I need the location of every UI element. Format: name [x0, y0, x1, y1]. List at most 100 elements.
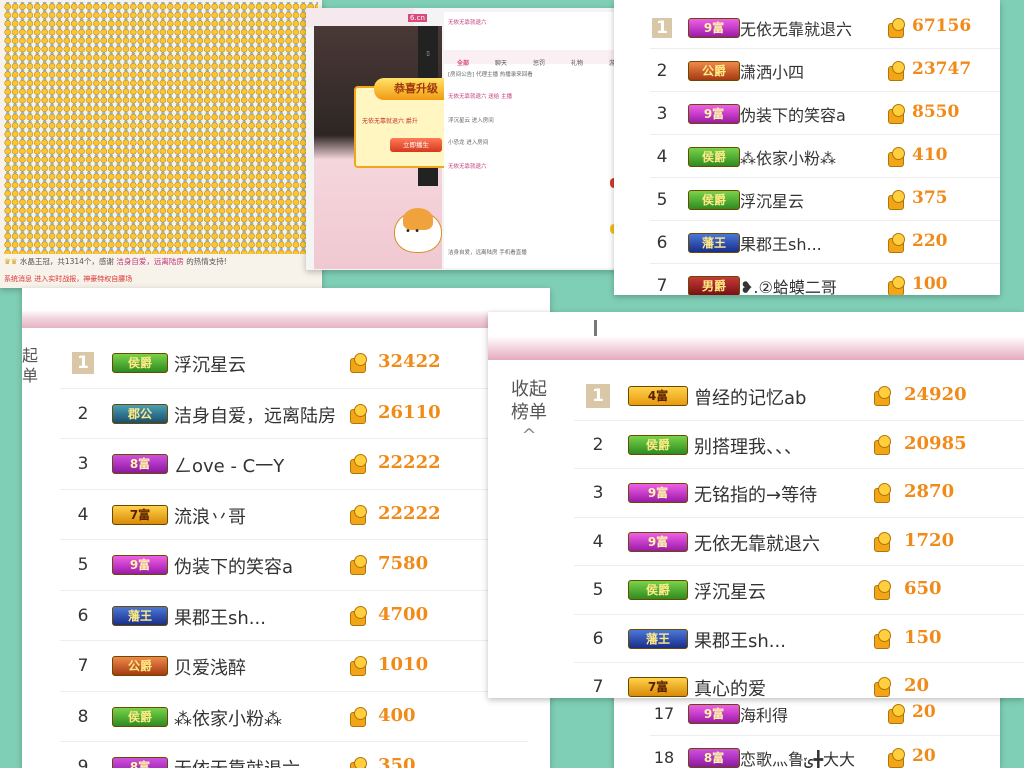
level-badge: 藩王 [628, 628, 688, 649]
contribution-value: 150 [904, 626, 942, 648]
contribution-value: 410 [912, 144, 948, 165]
coin-stack-icon [886, 60, 906, 81]
tab-all[interactable]: 全部 [444, 57, 482, 71]
level-badge: 侯爵 [688, 146, 740, 167]
level-badge: 9富 [628, 483, 688, 504]
rank-number: 6 [656, 232, 668, 253]
level-badge: 7富 [112, 504, 168, 525]
coin-stack-icon [348, 605, 368, 626]
contribution-value: 26110 [378, 401, 441, 423]
level-badge: 8富 [688, 748, 740, 768]
collapse-list-toggle[interactable]: 起单 [22, 346, 38, 386]
user-name[interactable]: 浮沉星云 [694, 578, 766, 604]
user-name[interactable]: 流浪丷哥 [174, 503, 246, 529]
user-name[interactable]: 伪装下的笑容a [174, 553, 293, 579]
chat-line: [房间公告] 代理主播 热播录来回看 [448, 72, 533, 78]
ranking-list-bottom-right: 收起 榜单 ^ 1 4富 曾经的记忆ab 24920 2 侯爵 别搭理我、、、 20985 3 9… [488, 312, 1024, 698]
rank-number: 1 [72, 352, 94, 375]
chevron-up-icon: ^ [521, 425, 537, 446]
user-name[interactable]: 果郡王sh... [740, 231, 822, 255]
user-name[interactable]: 无依无靠就退六 [694, 530, 820, 556]
user-name[interactable]: 无依无靠就退六 [174, 755, 300, 768]
coin-stack-icon [886, 232, 906, 253]
rank-number: 7 [592, 677, 604, 698]
level-badge: 侯爵 [688, 189, 740, 210]
user-name[interactable]: 果郡王sh... [694, 627, 786, 653]
level-badge: 男爵 [688, 275, 740, 295]
gift-sender-link[interactable]: 洁身自爱，远离陆房 [116, 257, 184, 266]
divider [594, 320, 597, 336]
user-name[interactable]: 海利得 [740, 702, 788, 726]
phone-icon[interactable]: ▯ [418, 50, 438, 57]
tab-chat[interactable]: 聊天 [482, 57, 520, 71]
level-badge: 8富 [112, 454, 168, 475]
rank-number: 2 [77, 403, 89, 424]
collapse-list-toggle[interactable]: 收起 榜单 ^ [506, 378, 552, 447]
user-name[interactable]: ❥.②蛤蟆二哥 [740, 274, 837, 296]
chat-line: 洁身自爱，远离陆房 手机看直播 [448, 250, 527, 256]
contribution-value: 23747 [912, 58, 972, 79]
contribution-value: 1720 [904, 529, 955, 551]
contribution-value: 22222 [378, 452, 441, 474]
rank-number: 2 [656, 60, 668, 81]
tab-gift[interactable]: 礼物 [558, 57, 596, 71]
coin-stack-icon [348, 453, 368, 475]
user-name[interactable]: 曾经的记忆ab [694, 384, 806, 410]
rank-number: 4 [656, 146, 668, 167]
level-badge: 9富 [628, 531, 688, 552]
level-badge: 8富 [112, 757, 168, 768]
rank-number: 9 [77, 757, 89, 768]
collapse-label: 收起 [511, 379, 547, 400]
user-name[interactable]: 恋歌灬鲁ݵ╋大大 [740, 746, 855, 768]
list-label: 榜单 [511, 402, 547, 423]
rank-number: 3 [592, 483, 604, 504]
user-name[interactable]: 浮沉星云 [174, 351, 246, 377]
rank-number: 4 [592, 531, 604, 552]
user-name[interactable]: 潇洒小四 [740, 59, 804, 83]
coin-stack-icon [886, 275, 906, 295]
site-logo[interactable]: 6.cn [408, 14, 427, 22]
popup-message: 无依无靠就退六 爵升 [362, 118, 418, 125]
rank-number: 5 [656, 189, 668, 210]
user-name[interactable]: ⁂依家小粉⁂ [174, 705, 282, 731]
user-name[interactable]: 浮沉星云 [740, 188, 804, 212]
coin-stack-icon [886, 17, 906, 38]
coin-stack-icon [872, 676, 892, 698]
contribution-value: 24920 [904, 384, 967, 406]
user-name[interactable]: 洁身自爱，远离陆房 [174, 402, 336, 428]
rank-number: 4 [77, 504, 89, 525]
level-badge: 9富 [688, 704, 740, 724]
user-name[interactable]: 贝爱浅醉 [174, 654, 246, 680]
coin-stack-icon [348, 352, 368, 374]
level-badge: 藩王 [112, 605, 168, 626]
coin-stack-icon [348, 756, 368, 768]
user-name[interactable]: 无依无靠就退六 [740, 16, 852, 40]
contribution-value: 2870 [904, 481, 955, 503]
chat-line: 浮沉星云 进入房间 [448, 118, 494, 124]
rank-number: 6 [592, 628, 604, 649]
contribution-value: 20 [904, 675, 930, 697]
user-name[interactable]: ㄥove - C一Y [174, 452, 284, 478]
popup-action-button[interactable]: 立即播生 [390, 138, 442, 152]
rank-number: 7 [656, 275, 668, 296]
contribution-value: 67156 [912, 15, 972, 36]
user-name[interactable]: 别搭理我、、、 [694, 433, 802, 459]
level-badge: 侯爵 [628, 580, 688, 601]
live-room-screenshot: 6.cn ▯ 手机 恭喜升级 无依无靠就退六 爵升 立即播生 无依无靠就退六 全… [306, 8, 641, 270]
contribution-value: 20985 [904, 432, 967, 454]
user-name[interactable]: ⁂依家小粉⁂ [740, 145, 836, 169]
contribution-value: 350 [378, 755, 416, 768]
user-name[interactable]: 无铭指的→等待 [694, 481, 817, 507]
rank-number: 1 [586, 384, 610, 409]
level-badge: 7富 [628, 677, 688, 698]
tab-penalty[interactable]: 惩罚 [520, 57, 558, 71]
chat-line: 无依无靠就退六 [448, 20, 487, 26]
user-name[interactable]: 果郡王sh... [174, 604, 266, 630]
user-name[interactable]: 真心的爱 [694, 675, 766, 698]
level-badge: 9富 [112, 555, 168, 576]
contribution-value: 20 [912, 702, 936, 722]
user-name[interactable]: 伪装下的笑容a [740, 102, 846, 126]
level-badge: 郡公 [112, 403, 168, 424]
coin-stack-icon [886, 747, 906, 768]
gift-message: ♛♛ 水晶王冠，共1314个，感谢 洁身自爱，远离陆房 的热情支持! [4, 257, 227, 266]
